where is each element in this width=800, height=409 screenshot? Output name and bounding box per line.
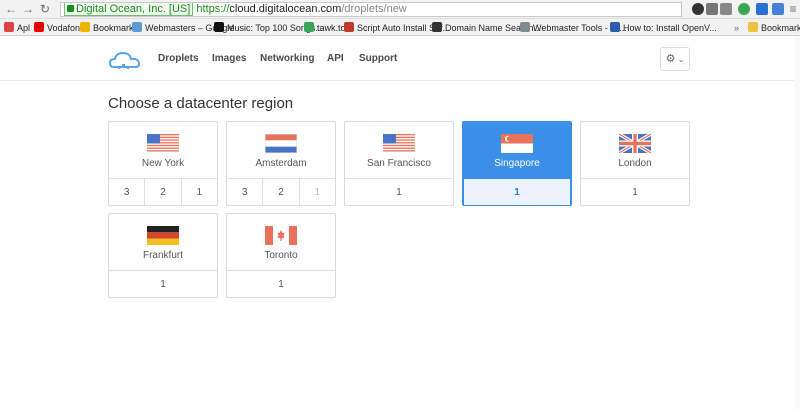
browser-toolbar: ← → ↻ Digital Ocean, Inc. [US] https://c… [0,0,800,19]
ev-certificate-badge[interactable]: Digital Ocean, Inc. [US] [64,3,194,16]
settings-dropdown-button[interactable]: ⚙ ⌄ [660,47,690,71]
datacenter-option[interactable]: 1 [581,179,689,206]
url-path: /droplets/new [341,3,407,15]
favicon-icon [214,22,224,32]
datacenter-option[interactable]: 1 [182,179,217,206]
region-card-new-york[interactable]: New York 3 2 1 [108,121,218,206]
favicon-icon [432,22,442,32]
gear-icon: ⚙ [665,53,676,65]
datacenter-options: 32 1 [227,178,335,206]
bookmark-other-folder[interactable]: Bookmark lai [748,22,800,34]
datacenter-options: 1 [227,270,335,298]
app-header: Droplets Images Networking API Support ⚙ ⌄ [0,37,800,81]
flag-us-icon [147,134,179,152]
region-card-san-francisco[interactable]: San Francisco 1 [344,121,454,206]
menu-icon[interactable]: ≡ [786,2,800,16]
nav-link-support[interactable]: Support [359,53,397,64]
region-card-singapore[interactable]: Singapore 1 [462,121,572,206]
address-bar[interactable]: Digital Ocean, Inc. [US] https://cloud.d… [60,2,682,17]
bookmarks-bar: Apl Vodafone Bookmarks Webmasters – Google M… [0,19,800,36]
region-card-frankfurt[interactable]: Frankfurt 1 [108,213,218,298]
lock-icon [67,5,74,12]
datacenter-options: 1 [345,178,453,206]
nav-link-api[interactable]: API [327,53,344,64]
favicon-icon [520,22,530,32]
forward-arrow-icon[interactable]: → [21,2,35,16]
flag-ca-icon [265,226,297,245]
favicon-icon [610,22,620,32]
favicon-icon [344,22,354,32]
nav-link-images[interactable]: Images [212,53,246,64]
flag-us-icon [383,134,415,152]
datacenter-options: 321 [109,178,217,206]
datacenter-option[interactable]: 2 [263,179,300,206]
scrollbar[interactable] [794,36,800,409]
datacenter-option[interactable]: 2 [145,179,182,206]
chevron-more-icon[interactable]: » [734,22,739,34]
bookmark-label: Apl [17,23,31,33]
nav-link-networking[interactable]: Networking [260,53,314,64]
digitalocean-logo-icon[interactable] [108,49,144,71]
region-card-london[interactable]: London 1 [580,121,690,206]
url-host: cloud.digitalocean.com [229,3,342,15]
datacenter-options: 1 [109,270,217,298]
region-city-label: London [618,158,652,169]
bookmark-label: How to: Install OpenV... [623,23,717,33]
reload-icon[interactable]: ↻ [38,2,52,16]
flag-nl-icon [265,134,297,153]
region-card-toronto[interactable]: Toronto 1 [226,213,336,298]
page-title: Choose a datacenter region [108,95,294,112]
back-arrow-icon[interactable]: ← [4,2,18,16]
favicon-icon [80,22,90,32]
region-city-label: Toronto [264,250,298,261]
evernote-icon[interactable] [738,3,750,15]
ev-label: Digital Ocean, Inc. [US] [76,3,191,15]
bookmark-label: tawk.to [317,23,346,33]
favicon-icon [304,22,314,32]
region-city-label: San Francisco [367,158,431,169]
nav-link-droplets[interactable]: Droplets [158,53,199,64]
datacenter-option[interactable]: 1 [227,271,335,298]
flag-uk-icon [619,134,651,153]
datacenter-options: 1 [581,178,689,206]
chevron-down-icon: ⌄ [675,55,685,64]
bookmark-item[interactable]: Vodafone [34,22,85,34]
region-city-label: Singapore [494,158,540,169]
flag-sg-icon [501,134,533,153]
extension-icon[interactable] [706,3,718,15]
datacenter-options: 1 [463,178,571,206]
region-city-label: Frankfurt [142,250,183,261]
bookmark-item[interactable]: Bookmarks [80,22,138,34]
favicon-icon [4,22,14,32]
datacenter-option[interactable]: 1 [464,179,570,205]
extension-icon[interactable] [692,3,704,15]
folder-icon [748,22,758,32]
bookmark-item[interactable]: tawk.to [304,22,346,34]
datacenter-option: 1 [314,187,321,198]
datacenter-option[interactable]: 1 [345,179,453,206]
extension-icon[interactable] [772,3,784,15]
region-card-amsterdam[interactable]: Amsterdam 3 2 1 [226,121,336,206]
region-city-label: Amsterdam [255,158,307,169]
url-scheme: https:// [196,3,230,15]
extension-check-icon[interactable] [756,3,768,15]
favicon-icon [132,22,142,32]
translate-icon[interactable] [720,3,732,15]
datacenter-option[interactable]: 3 [109,179,146,206]
datacenter-option[interactable]: 3 [227,179,264,206]
bookmark-item[interactable]: Apl [4,22,30,34]
favicon-icon [34,22,44,32]
region-city-label: New York [141,158,185,169]
flag-de-icon [147,226,179,245]
datacenter-option[interactable]: 1 [109,271,217,298]
bookmark-item[interactable]: How to: Install OpenV... [610,22,717,34]
